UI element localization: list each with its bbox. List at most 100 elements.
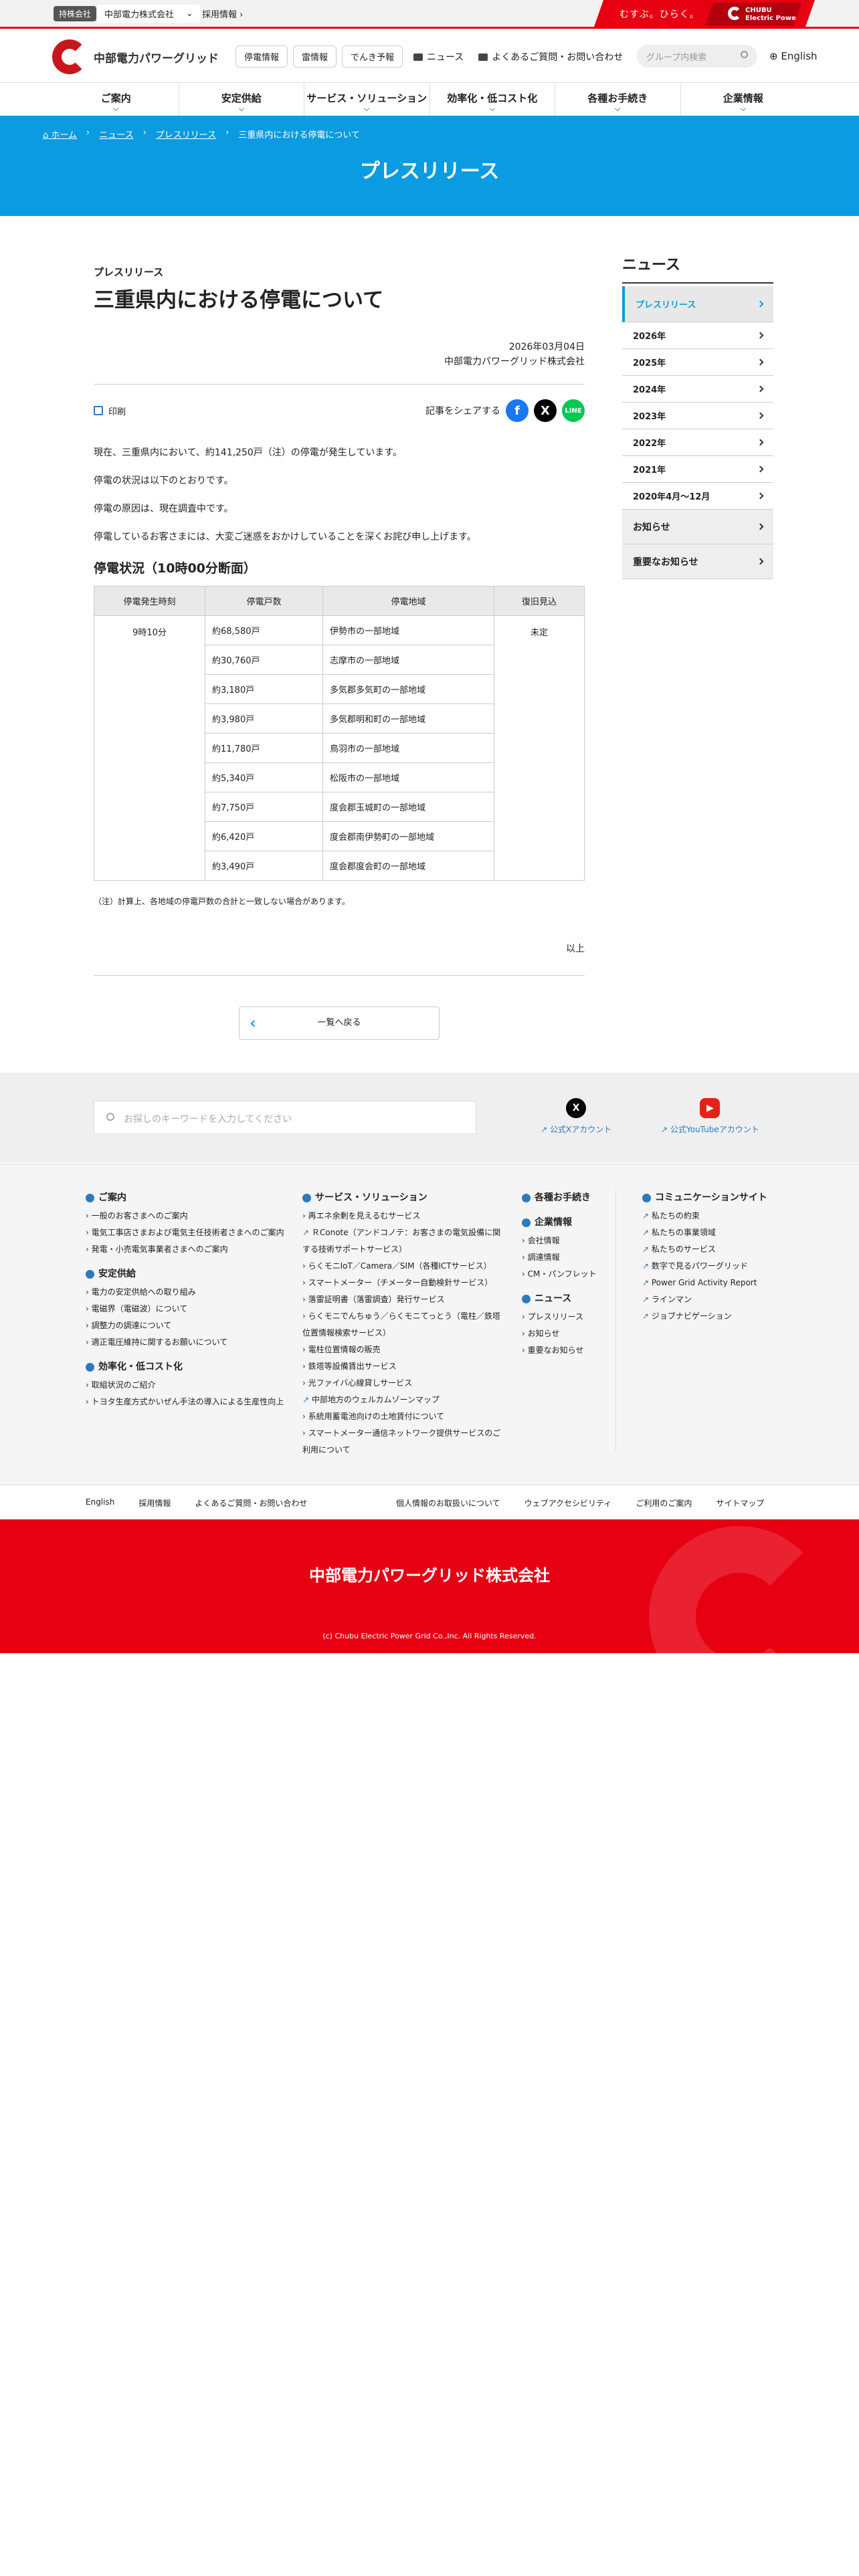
site-logo[interactable]: 中部電力パワーグリッド bbox=[52, 39, 219, 74]
sitemap-link[interactable]: 数字で見るパワーグリッド bbox=[642, 1258, 803, 1275]
sitemap-link[interactable]: スマートメーター通信ネットワーク提供サービスのご利用について bbox=[302, 1425, 503, 1459]
sitemap-link[interactable]: 発電・小売電気事業者さまへのご案内 bbox=[86, 1241, 286, 1258]
sitemap-heading[interactable]: ニュース bbox=[522, 1291, 609, 1307]
footer-faq-link[interactable]: よくあるご質問・お問い合わせ bbox=[195, 1497, 307, 1509]
sitemap-link[interactable]: 会社情報 bbox=[522, 1232, 609, 1249]
lightning-info-button[interactable]: 雷情報 bbox=[293, 45, 337, 68]
news-link[interactable]: ニュース bbox=[413, 50, 464, 64]
sidebar-item-notices[interactable]: お知らせ bbox=[622, 510, 773, 544]
sidebar-item-2021[interactable]: 2021年 bbox=[622, 456, 773, 483]
sitemap-heading[interactable]: コミュニケーションサイト bbox=[642, 1190, 803, 1206]
footer-english-link[interactable]: English bbox=[86, 1497, 114, 1509]
holding-select[interactable]: 中部電力株式会社 ⌄ bbox=[98, 4, 200, 23]
sitemap-link[interactable]: 系統用蓄電池向けの土地賃付について bbox=[302, 1408, 503, 1425]
power-forecast-button[interactable]: でんき予報 bbox=[342, 45, 403, 68]
sitemap-link[interactable]: ラインマン bbox=[642, 1291, 803, 1308]
sitemap-link[interactable]: お知らせ bbox=[522, 1325, 609, 1342]
sitemap-link[interactable]: 調達情報 bbox=[522, 1249, 609, 1266]
sitemap-link[interactable]: トヨタ生産方式かいぜん手法の導入による生産性向上 bbox=[86, 1394, 286, 1410]
sitemap-link[interactable]: 鉄塔等設備賃出サービス bbox=[302, 1358, 503, 1375]
sitemap-link[interactable]: ＲConote（アンドコノテ：お客さまの電気設備に関する技術サポートサービス） bbox=[302, 1224, 503, 1258]
sitemap-link[interactable]: らくモニでんちゅう／らくモニてっとう（電柱／鉄塔位置情報検索サービス） bbox=[302, 1308, 503, 1341]
sitemap-link[interactable]: 取組状況のご紹介 bbox=[86, 1377, 286, 1394]
sitemap-heading[interactable]: 各種お手続き bbox=[522, 1190, 609, 1206]
breadcrumb-news[interactable]: ニュース bbox=[99, 128, 133, 140]
search-icon[interactable] bbox=[741, 51, 748, 58]
sitemap-link[interactable]: スマートメーター（チメーター自動検針サービス） bbox=[302, 1275, 503, 1291]
gnav-services[interactable]: サービス・ソリューション bbox=[304, 83, 430, 116]
sidebar-item-2024[interactable]: 2024年 bbox=[622, 376, 773, 403]
breadcrumb-home[interactable]: ⌂ ホーム bbox=[43, 128, 77, 140]
official-youtube-link[interactable]: ▶ ↗ 公式YouTubeアカウント bbox=[661, 1098, 759, 1135]
article: プレスリリース 三重県内における停電について 2026年03月04日 中部電力パ… bbox=[94, 265, 585, 1040]
sitemap-link[interactable]: らくモニIoT／Camera／SIM（各種ICTサービス） bbox=[302, 1258, 503, 1275]
sidebar-item-2022[interactable]: 2022年 bbox=[622, 429, 773, 456]
breadcrumb: ⌂ ホーム › ニュース › プレスリリース › 三重県内における停電について bbox=[43, 128, 360, 140]
footer-terms-link[interactable]: ご利用のご案内 bbox=[636, 1497, 692, 1509]
outage-info-button[interactable]: 停電情報 bbox=[235, 45, 288, 68]
sitemap-heading[interactable]: 安定供給 bbox=[86, 1266, 286, 1283]
sidebar-item-2025[interactable]: 2025年 bbox=[622, 349, 773, 376]
article-paragraph: 停電しているお客さまには、大変ご迷惑をおかけしていることを深くお詫び申し上げます… bbox=[94, 532, 476, 542]
faq-contact-link[interactable]: よくあるご質問・お問い合わせ bbox=[478, 50, 623, 64]
gnav-efficiency[interactable]: 効率化・低コスト化 bbox=[430, 83, 555, 116]
footer-sitemap-link[interactable]: サイトマップ bbox=[716, 1497, 764, 1509]
footer-recruit-link[interactable]: 採用情報 bbox=[138, 1497, 171, 1509]
back-to-list-button[interactable]: 一覧へ戻る bbox=[239, 1006, 440, 1040]
sitemap-link[interactable]: 電柱位置情報の販売 bbox=[302, 1341, 503, 1358]
sidebar-item-2026[interactable]: 2026年 bbox=[622, 322, 773, 349]
print-button[interactable]: 印刷 bbox=[94, 405, 126, 417]
footer-privacy-link[interactable]: 個人情報のお取扱いについて bbox=[396, 1497, 500, 1509]
sitemap-link[interactable]: 落雷証明書（落雷調査）発行サービス bbox=[302, 1291, 503, 1308]
sitemap-link[interactable]: プレスリリース bbox=[522, 1309, 609, 1325]
gnav-company[interactable]: 企業情報 bbox=[681, 83, 806, 116]
sitemap-link[interactable]: 再エネ余剰を見えるむサービス bbox=[302, 1208, 503, 1224]
group-search-input[interactable]: グループ内検索 bbox=[637, 45, 757, 68]
sitemap-link[interactable]: 電磁界（電磁波）について bbox=[86, 1301, 286, 1317]
breadcrumb-press[interactable]: プレスリリース bbox=[156, 128, 216, 140]
sitemap-link[interactable]: 私たちの事業領域 bbox=[642, 1224, 803, 1241]
gnav-procedures[interactable]: 各種お手続き bbox=[555, 83, 681, 116]
official-x-label: 公式Xアカウント bbox=[549, 1125, 612, 1134]
english-link[interactable]: ⊕ English bbox=[769, 50, 818, 62]
footer-sitemap: ご案内 一般のお客さまへのご案内 電気工事店さまおよび電気主任技術者さまへのご案… bbox=[0, 1164, 859, 1485]
gnav-guide[interactable]: ご案内 bbox=[54, 83, 179, 116]
x-share-icon[interactable]: X bbox=[534, 399, 557, 422]
holding-company-selector[interactable]: 持株会社 中部電力株式会社 ⌄ bbox=[54, 4, 200, 23]
outage-count: 約3,180戸 bbox=[205, 674, 323, 704]
brand-banner[interactable]: むすぶ。ひらく。 CHUBU Electric Power bbox=[594, 0, 815, 27]
sitemap-link[interactable]: 電気工事店さまおよび電気主任技術者さまへのご案内 bbox=[86, 1224, 286, 1241]
facebook-share-icon[interactable]: f bbox=[506, 399, 529, 422]
sitemap-link[interactable]: 調整力の調達について bbox=[86, 1317, 286, 1334]
circle-chevron-icon bbox=[86, 1363, 94, 1372]
sitemap-heading[interactable]: サービス・ソリューション bbox=[302, 1190, 503, 1206]
sitemap-link[interactable]: 電力の安定供給への取り組み bbox=[86, 1284, 286, 1301]
sitemap-link[interactable]: ジョブナビゲーション bbox=[642, 1308, 803, 1325]
sitemap-heading[interactable]: 企業情報 bbox=[522, 1214, 609, 1231]
sitemap-link[interactable]: CM・パンフレット bbox=[522, 1266, 609, 1283]
sitemap-link[interactable]: 適正電圧維持に関するお願いについて bbox=[86, 1334, 286, 1351]
sitemap-link[interactable]: 重要なお知らせ bbox=[522, 1342, 609, 1359]
sidebar-item-2020[interactable]: 2020年4月～12月 bbox=[622, 483, 773, 510]
sitemap-link[interactable]: 一般のお客さまへのご案内 bbox=[86, 1208, 286, 1224]
outage-count: 約30,760戸 bbox=[205, 645, 323, 675]
sitemap-heading[interactable]: 効率化・低コスト化 bbox=[86, 1359, 286, 1376]
recruit-link[interactable]: 採用情報 › bbox=[202, 7, 243, 20]
official-x-link[interactable]: X ↗ 公式Xアカウント bbox=[541, 1098, 611, 1135]
article-paragraph: 現在、三重県内において、約141,250戸（注）の停電が発生しています。 bbox=[94, 447, 402, 458]
footer-accessibility-link[interactable]: ウェブアクセシビリティ bbox=[524, 1497, 612, 1509]
circle-chevron-icon bbox=[642, 1194, 651, 1202]
footer-search-input[interactable]: お探しのキーワードを入力してください bbox=[94, 1101, 476, 1134]
sitemap-link[interactable]: 私たちの約束 bbox=[642, 1208, 803, 1224]
line-share-icon[interactable]: LINE bbox=[562, 399, 585, 422]
sitemap-heading[interactable]: ご案内 bbox=[86, 1190, 286, 1206]
sidebar-item-2023[interactable]: 2023年 bbox=[622, 403, 773, 429]
sitemap-link[interactable]: 私たちのサービス bbox=[642, 1241, 803, 1258]
sitemap-link[interactable]: Power Grid Activity Report bbox=[642, 1275, 803, 1291]
sitemap-link[interactable]: 光ファイバ心線貸しサービス bbox=[302, 1375, 503, 1392]
article-paragraph: 停電の状況は以下のとおりです。 bbox=[94, 475, 233, 486]
gnav-stable-supply[interactable]: 安定供給 bbox=[179, 83, 304, 116]
sitemap-link[interactable]: 中部地方のウェルカムゾーンマップ bbox=[302, 1392, 503, 1408]
sidebar-item-press-release[interactable]: プレスリリース bbox=[622, 286, 773, 322]
sidebar-item-important-notices[interactable]: 重要なお知らせ bbox=[622, 544, 773, 579]
